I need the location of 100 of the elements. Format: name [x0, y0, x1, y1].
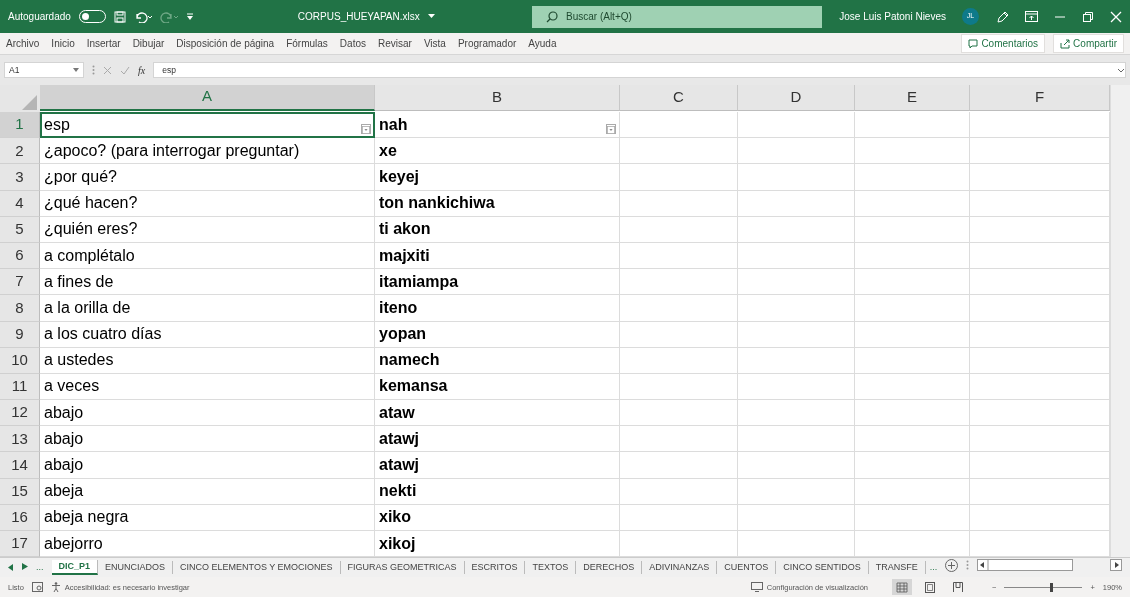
previous-sheet-icon[interactable] — [8, 564, 14, 572]
table-cell[interactable]: atawj — [375, 426, 620, 453]
sheet-tab[interactable]: ENUNCIADOS — [98, 560, 174, 575]
table-cell[interactable] — [738, 242, 855, 270]
row-header[interactable]: 4 — [0, 190, 40, 217]
ribbon-display-icon[interactable] — [1025, 11, 1038, 22]
table-cell[interactable]: ¿quién eres? — [40, 216, 375, 243]
filter-dropdown-icon[interactable] — [606, 124, 616, 135]
row-header[interactable]: 5 — [0, 216, 40, 243]
table-cell[interactable]: majxiti — [375, 242, 620, 270]
sheet-tab[interactable]: ESCRITOS — [464, 560, 526, 575]
user-name[interactable]: Jose Luis Patoni Nieves — [839, 9, 946, 24]
sheet-tab[interactable]: ADIVINANZAS — [642, 560, 718, 575]
filter-dropdown-icon[interactable] — [361, 124, 371, 135]
table-cell[interactable]: ¿qué hacen? — [40, 190, 375, 217]
row-header[interactable]: 9 — [0, 321, 40, 348]
table-cell[interactable]: itamiampa — [375, 269, 620, 296]
sheet-tab[interactable]: TEXTOS — [525, 560, 577, 575]
table-cell[interactable] — [970, 138, 1110, 165]
table-cell[interactable] — [970, 190, 1110, 217]
macro-icon[interactable] — [31, 582, 43, 593]
table-cell[interactable] — [620, 321, 738, 348]
horizontal-scrollbar[interactable] — [977, 559, 1074, 572]
table-cell[interactable]: esp — [40, 112, 375, 139]
table-cell[interactable] — [620, 190, 738, 217]
table-cell[interactable] — [855, 164, 970, 191]
table-cell[interactable] — [738, 347, 855, 374]
more-sheets-button[interactable]: ... — [929, 560, 938, 575]
table-cell[interactable]: a fines de — [40, 269, 375, 296]
search-field[interactable]: Buscar (Alt+Q) — [532, 5, 822, 28]
table-cell[interactable]: a ustedes — [40, 347, 375, 374]
table-cell[interactable]: abajo — [40, 426, 375, 453]
scroll-right-icon[interactable] — [1110, 559, 1122, 572]
table-cell[interactable]: xe — [375, 138, 620, 165]
table-cell[interactable]: ¿apoco? (para interrogar preguntar) — [40, 138, 375, 165]
menu-tab[interactable]: Inicio — [51, 36, 75, 51]
vertical-scrollbar[interactable] — [1110, 85, 1130, 558]
table-cell[interactable] — [738, 164, 855, 191]
table-cell[interactable] — [620, 347, 738, 374]
table-cell[interactable]: a los cuatro días — [40, 321, 375, 348]
more-sheets-button[interactable]: ... — [36, 560, 44, 575]
file-name[interactable]: CORPUS_HUEYAPAN.xlsx — [249, 9, 420, 24]
pen-icon[interactable] — [995, 9, 1009, 24]
menu-tab[interactable]: Programador — [457, 36, 517, 51]
table-cell[interactable] — [620, 478, 738, 505]
table-cell[interactable]: abajo — [40, 400, 375, 427]
table-cell[interactable] — [738, 138, 855, 165]
table-cell[interactable] — [620, 269, 738, 296]
table-cell[interactable] — [738, 112, 855, 139]
table-cell[interactable] — [970, 452, 1110, 479]
menu-tab[interactable]: Datos — [339, 36, 366, 51]
check-icon[interactable] — [120, 65, 130, 75]
table-cell[interactable] — [855, 112, 970, 139]
name-box[interactable]: A1 — [4, 62, 84, 78]
table-cell[interactable] — [620, 112, 738, 139]
table-cell[interactable]: xiko — [375, 504, 620, 531]
table-cell[interactable]: kemansa — [375, 373, 620, 401]
table-cell[interactable]: ¿por qué? — [40, 164, 375, 191]
table-cell[interactable] — [738, 269, 855, 296]
table-cell[interactable]: a la orilla de — [40, 295, 375, 322]
table-cell[interactable] — [620, 400, 738, 427]
customize-icon[interactable] — [185, 12, 194, 21]
row-header[interactable]: 7 — [0, 269, 40, 296]
table-cell[interactable] — [620, 504, 738, 531]
table-cell[interactable]: nekti — [375, 478, 620, 505]
table-cell[interactable]: ataw — [375, 400, 620, 427]
column-header[interactable]: E — [855, 85, 970, 111]
table-cell[interactable] — [970, 112, 1110, 139]
table-cell[interactable] — [970, 504, 1110, 531]
table-cell[interactable] — [855, 452, 970, 479]
table-cell[interactable] — [855, 269, 970, 296]
table-cell[interactable] — [738, 478, 855, 505]
table-cell[interactable]: ti akon — [375, 216, 620, 243]
menu-tab[interactable]: Disposición de página — [176, 36, 275, 51]
row-header[interactable]: 3 — [0, 164, 40, 191]
table-cell[interactable] — [620, 373, 738, 401]
table-cell[interactable] — [738, 426, 855, 453]
table-cell[interactable] — [855, 321, 970, 348]
table-cell[interactable] — [738, 190, 855, 217]
add-sheet-icon[interactable] — [945, 558, 959, 572]
table-cell[interactable] — [855, 138, 970, 165]
table-cell[interactable] — [855, 504, 970, 531]
comments-button[interactable]: Comentarios — [961, 34, 1046, 53]
table-cell[interactable] — [970, 164, 1110, 191]
menu-tab[interactable]: Ayuda — [528, 36, 557, 51]
table-cell[interactable] — [970, 478, 1110, 505]
table-cell[interactable] — [855, 347, 970, 374]
table-cell[interactable]: namech — [375, 347, 620, 374]
sheet-tab[interactable]: CUENTOS — [717, 560, 777, 575]
table-cell[interactable]: nah — [375, 112, 620, 139]
row-header[interactable]: 8 — [0, 295, 40, 322]
table-cell[interactable] — [620, 452, 738, 479]
table-cell[interactable] — [620, 426, 738, 453]
menu-tab[interactable]: Dibujar — [132, 36, 165, 51]
table-cell[interactable] — [970, 373, 1110, 401]
sheet-tab[interactable]: CINCO SENTIDOS — [776, 560, 869, 575]
next-sheet-icon[interactable] — [22, 562, 28, 570]
table-cell[interactable]: keyej — [375, 164, 620, 191]
row-header[interactable]: 12 — [0, 400, 40, 427]
row-header[interactable]: 16 — [0, 504, 40, 531]
